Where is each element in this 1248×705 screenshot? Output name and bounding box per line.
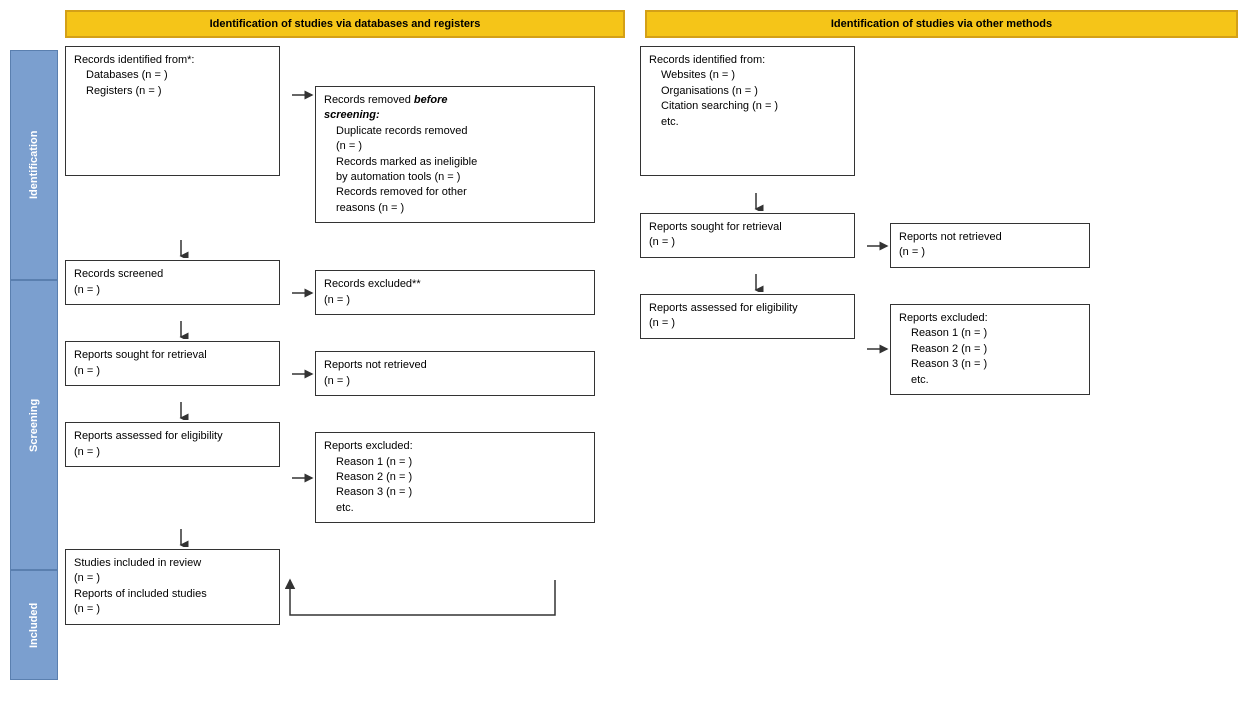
box-eligibility-main-left: Reports assessed for eligibility (n = ) bbox=[65, 422, 280, 467]
arrow-down-1-left bbox=[172, 238, 190, 258]
phase-screening: Screening bbox=[10, 280, 58, 570]
box-included-main: Studies included in review (n = ) Report… bbox=[65, 549, 280, 625]
arrow-eligibility-right bbox=[865, 340, 890, 358]
arrow-screened-left bbox=[290, 284, 315, 302]
main-content: Identification of studies via databases … bbox=[65, 10, 1238, 695]
column-headers: Identification of studies via databases … bbox=[65, 10, 1238, 38]
eligibility-row-right: Reports assessed for eligibility (n = ) … bbox=[640, 294, 1238, 395]
arrow-down-4-left bbox=[172, 527, 190, 547]
box-retrieval-side-right: Reports not retrieved (n = ) bbox=[890, 223, 1090, 268]
box-retrieval-side-left: Reports not retrieved (n = ) bbox=[315, 351, 595, 396]
included-row: Studies included in review (n = ) Report… bbox=[65, 549, 620, 625]
box-eligibility-main-right: Reports assessed for eligibility (n = ) bbox=[640, 294, 855, 339]
page: Identification Screening Included Identi… bbox=[0, 0, 1248, 705]
section-id-right: Records identified from: Websites (n = )… bbox=[640, 46, 1238, 176]
box-retrieval-main-right: Reports sought for retrieval (n = ) bbox=[640, 213, 855, 258]
arrow-down-3-left bbox=[172, 400, 190, 420]
arrow-down-2-right bbox=[747, 272, 765, 292]
diagram: Records identified from*: Databases (n =… bbox=[65, 46, 1238, 625]
arrow-id-left bbox=[290, 86, 315, 104]
retrieval-row-right: Reports sought for retrieval (n = ) Repo… bbox=[640, 213, 1238, 268]
box-retrieval-main-left: Reports sought for retrieval (n = ) bbox=[65, 341, 280, 386]
phase-included: Included bbox=[10, 570, 58, 680]
phase-identification: Identification bbox=[10, 50, 58, 280]
arrow-down-1-right bbox=[747, 191, 765, 211]
eligibility-row-left: Reports assessed for eligibility (n = ) … bbox=[65, 422, 620, 523]
header-right: Identification of studies via other meth… bbox=[645, 10, 1238, 38]
box-screened-main: Records screened (n = ) bbox=[65, 260, 280, 305]
col-right: Records identified from: Websites (n = )… bbox=[640, 46, 1238, 625]
arrow-eligibility-left bbox=[290, 469, 315, 487]
full-layout: Records identified from*: Databases (n =… bbox=[65, 46, 1238, 625]
header-left: Identification of studies via databases … bbox=[65, 10, 625, 38]
arrow-retrieval-left bbox=[290, 365, 315, 383]
screened-row: Records screened (n = ) Records excluded… bbox=[65, 260, 620, 315]
box-eligibility-side-left: Reports excluded: Reason 1 (n = ) Reason… bbox=[315, 432, 595, 523]
col-left: Records identified from*: Databases (n =… bbox=[65, 46, 620, 625]
box-id-main-right: Records identified from: Websites (n = )… bbox=[640, 46, 855, 176]
section-id-left: Records identified from*: Databases (n =… bbox=[65, 46, 620, 223]
arrow-down-2-left bbox=[172, 319, 190, 339]
box-id-side-left: Records removed beforescreening:Duplicat… bbox=[315, 86, 595, 223]
phase-labels: Identification Screening Included bbox=[10, 50, 58, 680]
retrieval-row-left: Reports sought for retrieval (n = ) Repo… bbox=[65, 341, 620, 396]
box-eligibility-side-right: Reports excluded: Reason 1 (n = ) Reason… bbox=[890, 304, 1090, 395]
box-id-main-left: Records identified from*: Databases (n =… bbox=[65, 46, 280, 176]
box-screened-side: Records excluded** (n = ) bbox=[315, 270, 595, 315]
arrow-retrieval-right bbox=[865, 237, 890, 255]
